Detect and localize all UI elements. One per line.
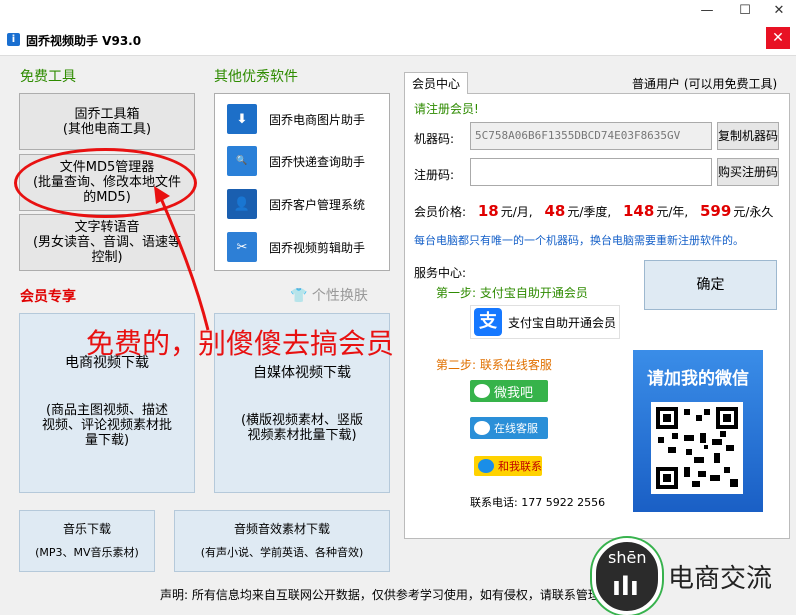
- wechat-qr-card: 请加我的微信: [633, 350, 763, 512]
- software-label: 固乔客户管理系统: [269, 197, 366, 212]
- qq-contact-label: 和我联系: [498, 460, 542, 473]
- watermark-bars-icon: ılı: [612, 572, 639, 602]
- online-service-label: 在线客服: [494, 422, 538, 435]
- price-row: 会员价格: 18 元/月, 48 元/季度, 148 元/年, 599 元/永久: [414, 202, 773, 220]
- software-item-image[interactable]: ⬇ 固乔电商图片助手: [227, 104, 365, 134]
- step1-label: 第一步: 支付宝自助开通会员: [436, 286, 588, 300]
- other-software-panel: ⬇ 固乔电商图片助手 🔍 固乔快递查询助手 👤 固乔客户管理系统 ✂ 固乔视频剪…: [214, 93, 390, 271]
- alipay-icon: 支: [474, 308, 502, 336]
- alipay-button[interactable]: 支 支付宝自助开通会员: [470, 305, 620, 339]
- confirm-button[interactable]: 确定: [644, 260, 777, 310]
- reg-code-field[interactable]: [470, 158, 712, 186]
- service-center-label: 服务中心:: [414, 266, 467, 280]
- audio-desc: (有声小说、学前英语、各种音效): [200, 546, 364, 559]
- audio-title: 音频音效素材下载: [233, 522, 330, 536]
- shirt-icon: 👕: [290, 288, 308, 304]
- machine-code-label: 机器码:: [414, 132, 455, 146]
- music-desc: (MP3、MV音乐素材): [35, 546, 139, 559]
- minimize-button[interactable]: —: [690, 0, 724, 22]
- online-service-button[interactable]: 在线客服: [470, 417, 548, 439]
- download-icon: ⬇: [227, 104, 257, 134]
- other-software-heading: 其他优秀软件: [214, 69, 298, 85]
- app-close-button[interactable]: ✕: [766, 27, 790, 49]
- ecommerce-video-desc-2: 视频、评论视频素材批: [41, 418, 172, 433]
- software-label: 固乔视频剪辑助手: [269, 240, 366, 255]
- software-label: 固乔快递查询助手: [269, 154, 366, 169]
- maximize-button[interactable]: ☐: [728, 0, 762, 22]
- qr-code: [651, 402, 743, 494]
- software-item-crm[interactable]: 👤 固乔客户管理系统: [227, 189, 365, 219]
- media-video-desc-2: 视频素材批量下载): [247, 428, 357, 443]
- qr-title: 请加我的微信: [647, 369, 749, 389]
- skin-label: 个性换肤: [311, 288, 368, 304]
- ecommerce-video-desc-3: 量下载): [84, 433, 130, 448]
- toolbox-title: 固乔工具箱: [74, 106, 140, 122]
- music-title: 音乐下载: [62, 522, 111, 536]
- user-type: 普通用户 (可以用免费工具): [632, 77, 778, 91]
- copy-machine-code-button[interactable]: 复制机器码: [717, 122, 779, 150]
- tts-title: 文字转语音: [74, 220, 140, 235]
- watermark-shen: shēn: [608, 548, 647, 567]
- price-month: 18: [477, 202, 499, 220]
- media-video-desc-1: (横版视频素材、竖版: [240, 413, 364, 428]
- members-heading: 会员专享: [20, 289, 76, 305]
- app-icon: i: [7, 33, 20, 46]
- ecommerce-video-desc-1: (商品主图视频、描述: [45, 403, 169, 418]
- price-quarter: 48: [544, 202, 566, 220]
- buy-reg-code-button[interactable]: 购买注册码: [717, 158, 779, 186]
- window-close-button[interactable]: ✕: [762, 0, 796, 22]
- price-unit: 元/月,: [500, 205, 533, 219]
- media-video-title: 自媒体视频下载: [253, 365, 351, 381]
- tab-member-center[interactable]: 会员中心: [404, 72, 468, 94]
- price-year: 148: [623, 202, 655, 220]
- qq-icon: [478, 459, 494, 473]
- tts-desc-2: 控制): [91, 250, 123, 265]
- wechat-label: 微我吧: [494, 385, 534, 401]
- watermark-logo: shēn ılı: [592, 538, 662, 615]
- toolbox-button[interactable]: 固乔工具箱 (其他电商工具): [19, 93, 195, 150]
- skin-switch[interactable]: 👕 个性换肤: [290, 285, 368, 305]
- wechat-button[interactable]: 微我吧: [470, 380, 548, 402]
- price-unit: 元/永久: [733, 205, 774, 219]
- machine-code-field[interactable]: 5C758A06B6F1355DBCD74E03F8635GV: [470, 122, 712, 150]
- watermark-text: 电商交流: [668, 564, 773, 594]
- reg-code-label: 注册码:: [414, 168, 455, 182]
- free-tools-heading: 免费工具: [20, 69, 76, 85]
- price-label: 会员价格:: [414, 205, 467, 219]
- tts-button[interactable]: 文字转语音 (男女读音、音调、语速等 控制): [19, 214, 195, 271]
- app-title: 固乔视频助手 V93.0: [26, 34, 142, 48]
- wechat-icon: [474, 384, 490, 398]
- software-item-video-edit[interactable]: ✂ 固乔视频剪辑助手: [227, 232, 365, 262]
- contact-phone: 联系电话: 177 5922 2556: [470, 496, 606, 509]
- qq-contact-button[interactable]: 和我联系: [474, 456, 542, 476]
- step2-label: 第二步: 联系在线客服: [436, 358, 552, 372]
- toolbox-desc: (其他电商工具): [62, 121, 152, 137]
- footer-disclaimer: 声明: 所有信息均来自互联网公开数据，仅供参考学习使用，如有侵权，请联系管理员删…: [160, 588, 636, 602]
- software-label: 固乔电商图片助手: [269, 112, 366, 127]
- price-forever: 599: [700, 202, 732, 220]
- price-unit: 元/季度,: [567, 205, 612, 219]
- register-status: 请注册会员!: [414, 102, 479, 116]
- software-item-express[interactable]: 🔍 固乔快递查询助手: [227, 146, 365, 176]
- annotation-oval: [14, 148, 197, 218]
- price-unit: 元/年,: [656, 205, 689, 219]
- title-bar: — ☐ ✕: [0, 0, 796, 24]
- machine-code-note: 每台电脑都只有唯一的一个机器码，换台电脑需要重新注册软件的。: [414, 234, 744, 247]
- music-download-button[interactable]: 音乐下载 (MP3、MV音乐素材): [19, 510, 155, 572]
- watermark: shēn ılı 电商交流: [592, 538, 796, 615]
- search-express-icon: 🔍: [227, 146, 257, 176]
- audio-download-button[interactable]: 音频音效素材下载 (有声小说、学前英语、各种音效): [174, 510, 390, 572]
- tts-desc-1: (男女读音、音调、语速等: [32, 235, 182, 250]
- headset-icon: [474, 421, 490, 435]
- scissors-icon: ✂: [227, 232, 257, 262]
- user-icon: 👤: [227, 189, 257, 219]
- alipay-label: 支付宝自助开通会员: [508, 315, 617, 330]
- app-header: i 固乔视频助手 V93.0: [0, 24, 796, 56]
- annotation-text: 免费的，别傻傻去搞会员: [86, 327, 395, 360]
